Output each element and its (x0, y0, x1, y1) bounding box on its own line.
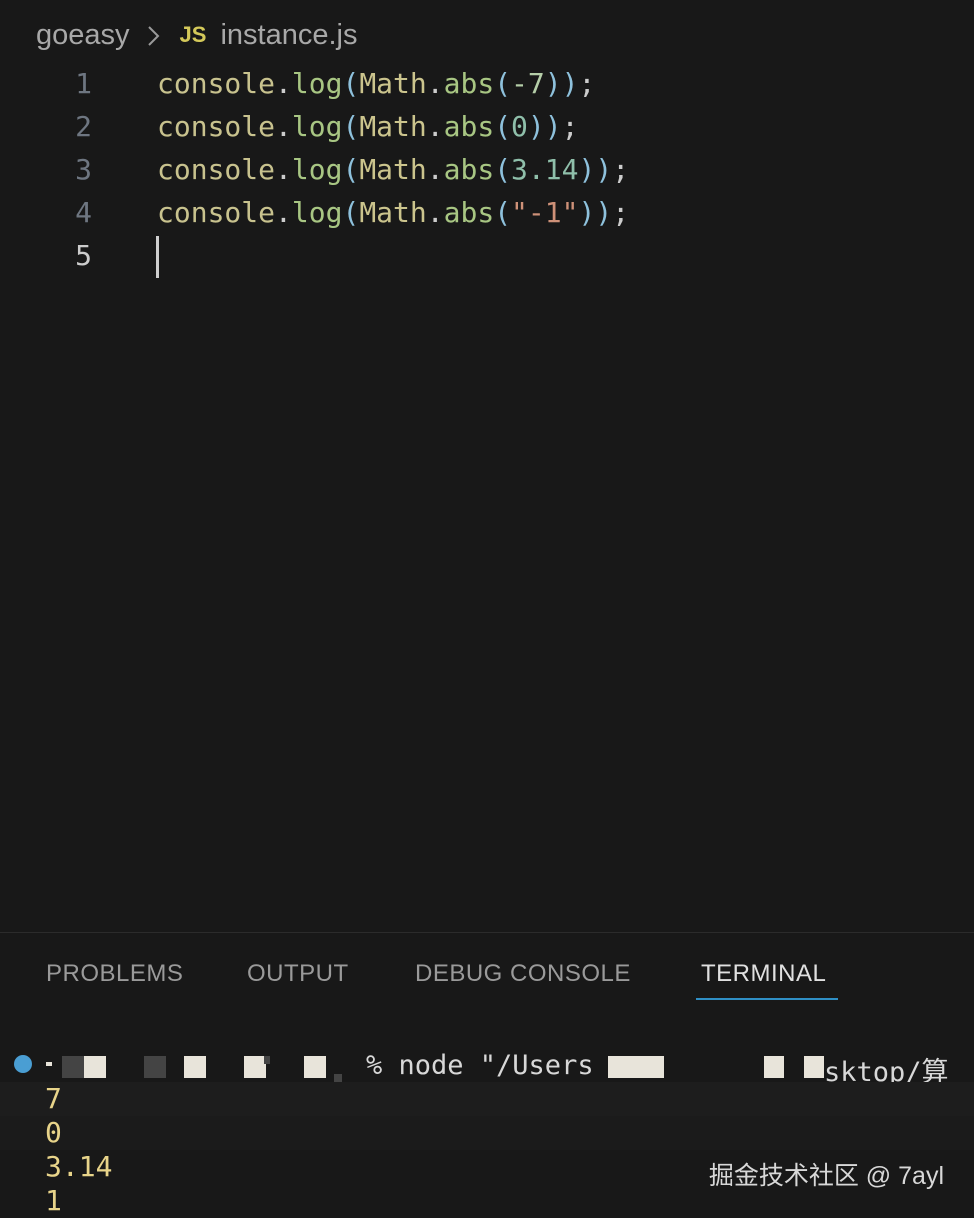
redaction-block (184, 1056, 206, 1078)
line-number: 2 (75, 110, 92, 143)
js-file-icon: JS (179, 22, 207, 47)
breadcrumb-file[interactable]: instance.js (220, 19, 357, 52)
redaction-block (764, 1056, 784, 1078)
redaction-block (264, 1056, 270, 1064)
breadcrumb-folder[interactable]: goeasy (36, 19, 130, 52)
redaction-block (62, 1056, 84, 1078)
code-text: console.log(Math.abs(3.14)); (157, 153, 630, 186)
tab-terminal[interactable]: TERMINAL (701, 960, 826, 988)
tab-problems[interactable]: PROBLEMS (46, 960, 183, 988)
code-text: console.log(Math.abs(-7)); (157, 67, 596, 100)
editor-window: goeasy JS instance.js 1 console.log(Math… (0, 0, 974, 1218)
code-line: 1 console.log(Math.abs(-7)); (0, 62, 974, 105)
active-tab-indicator (696, 998, 838, 1000)
code-text: console.log(Math.abs(0)); (157, 110, 579, 143)
code-line: 4 console.log(Math.abs("-1")); (0, 191, 974, 234)
code-editor[interactable]: 1 console.log(Math.abs(-7)); 2 console.l… (0, 62, 974, 930)
line-number: 5 (75, 239, 92, 272)
redaction-block (304, 1056, 326, 1078)
text-cursor (156, 236, 159, 278)
code-line: 3 console.log(Math.abs(3.14)); (0, 148, 974, 191)
line-number: 1 (75, 67, 92, 100)
redaction-block (334, 1074, 342, 1082)
code-line: 2 console.log(Math.abs(0)); (0, 105, 974, 148)
panel-tabs: PROBLEMS OUTPUT DEBUG CONSOLE TERMINAL (0, 950, 974, 1002)
watermark: 掘金技术社区 @ 7ayl (708, 1162, 944, 1190)
command-status-icon[interactable] (14, 1055, 32, 1073)
redaction-block (144, 1056, 166, 1078)
panel-divider (0, 932, 974, 933)
tab-output[interactable]: OUTPUT (247, 960, 349, 988)
terminal-output-band (0, 1082, 974, 1116)
code-line-active: 5 (0, 234, 974, 277)
redaction-block (46, 1062, 52, 1066)
terminal-command: % node "/Users (366, 1050, 594, 1081)
line-number: 4 (75, 196, 92, 229)
chevron-right-icon (147, 26, 159, 46)
terminal-output-band (0, 1116, 974, 1150)
terminal-output-line: 1 (45, 1184, 62, 1217)
redaction-block (244, 1056, 266, 1078)
code-text: console.log(Math.abs("-1")); (157, 196, 630, 229)
terminal-output-line: 7 (45, 1082, 62, 1115)
redaction-block (608, 1056, 664, 1078)
redaction-block (84, 1056, 106, 1078)
terminal-output-line: 0 (45, 1116, 62, 1149)
line-number: 3 (75, 153, 92, 186)
terminal-prompt-line: % node "/Users sktop/算 (42, 1046, 974, 1088)
terminal-output-line: 3.14 (45, 1150, 113, 1183)
breadcrumb: goeasy JS instance.js (0, 0, 974, 70)
tab-debug-console[interactable]: DEBUG CONSOLE (415, 960, 631, 988)
redaction-block (804, 1056, 824, 1078)
